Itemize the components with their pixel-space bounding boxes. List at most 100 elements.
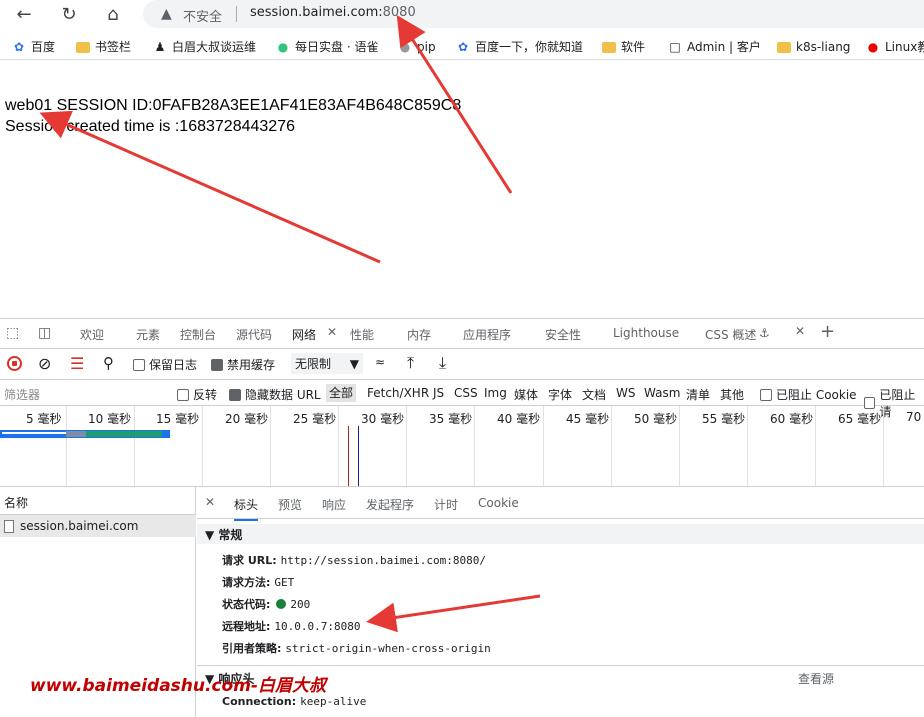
grid-line (543, 406, 544, 486)
grid-line (134, 406, 135, 486)
tab-timing[interactable]: 计时 (434, 496, 458, 513)
wifi-settings-icon[interactable]: ≈ (375, 355, 385, 369)
preserve-log-checkbox[interactable]: 保留日志 (133, 356, 197, 373)
filter-media[interactable]: 媒体 (514, 386, 538, 403)
grid-line (883, 406, 884, 486)
disable-cache-checkbox[interactable]: 禁用缓存 (211, 356, 275, 373)
filter-input[interactable]: 筛选器 (4, 386, 40, 403)
dom-content-loaded-line (358, 426, 359, 486)
tab-preview[interactable]: 预览 (278, 496, 302, 513)
bookmark-yuque[interactable]: ● 每日实盘 · 语雀 (276, 38, 379, 56)
filter-css[interactable]: CSS (454, 386, 478, 400)
warning-icon[interactable]: ▲ (161, 6, 172, 22)
document-icon: □ (669, 40, 681, 54)
home-icon[interactable]: ⌂ (101, 4, 125, 26)
tick-label: 50 毫秒 (634, 412, 678, 426)
tab-lighthouse[interactable]: Lighthouse (613, 326, 679, 340)
tick-label: 5 毫秒 (26, 412, 62, 426)
bookmark-pip[interactable]: ● pip (398, 38, 436, 56)
tick-label: 60 毫秒 (770, 412, 814, 426)
person-icon: ♟ (154, 40, 166, 54)
grid-line (747, 406, 748, 486)
bookmark-folder-software[interactable]: 软件 (602, 38, 645, 56)
bookmark-baidu[interactable]: ✿ 百度 (12, 38, 55, 56)
tab-performance[interactable]: 性能 (350, 326, 374, 343)
tab-network[interactable]: 网络 (292, 326, 316, 343)
security-label[interactable]: 不安全 (183, 6, 222, 25)
request-url-row: 请求 URL: http://session.baimei.com:8080/ (222, 554, 486, 567)
search-icon[interactable]: ⚲ (103, 354, 114, 372)
filter-wasm[interactable]: Wasm (644, 386, 680, 400)
tick-label: 20 毫秒 (225, 412, 269, 426)
filter-js[interactable]: JS (433, 386, 444, 400)
bookmark-admin[interactable]: □ Admin | 客户 (668, 38, 761, 56)
bookmarks-bar: ✿ 百度 书签栏 ♟ 白眉大叔谈运维 ● 每日实盘 · 语雀 ● pip ✿ 百度一下，你… (0, 34, 924, 60)
tab-initiator[interactable]: 发起程序 (366, 496, 414, 513)
filter-doc[interactable]: 文档 (582, 386, 606, 403)
back-arrow-icon[interactable]: ← (12, 4, 36, 26)
hide-data-url-checkbox[interactable]: 隐藏数据 URL (229, 386, 321, 403)
filter-icon[interactable]: ☰ (70, 354, 84, 373)
tab-memory[interactable]: 内存 (407, 326, 431, 343)
page-content: web01 SESSION ID:0FAFB28A3EE1AF41E83AF4B… (0, 61, 924, 317)
record-icon[interactable] (7, 356, 22, 371)
name-column-header[interactable]: 名称 (0, 487, 196, 515)
tick-label: 55 毫秒 (702, 412, 746, 426)
clear-icon[interactable]: ⊘ (38, 354, 51, 373)
tab-security[interactable]: 安全性 (545, 326, 581, 343)
checkbox-icon (133, 358, 145, 371)
filter-manifest[interactable]: 清单 (686, 386, 710, 403)
filter-ws[interactable]: WS (616, 386, 635, 400)
close-details-icon[interactable]: ✕ (205, 495, 215, 509)
filter-img[interactable]: Img (484, 386, 507, 400)
tab-headers[interactable]: 标头 (234, 496, 259, 521)
checkbox-checked-icon (229, 388, 241, 401)
tick-label: 25 毫秒 (293, 412, 337, 426)
throttle-select[interactable]: 无限制 ▼ (291, 353, 363, 374)
tick-label: 10 毫秒 (88, 412, 132, 426)
view-source-link[interactable]: 查看源 (798, 670, 834, 687)
triangle-down-icon: ▼ (205, 528, 215, 542)
tab-welcome[interactable]: 欢迎 (80, 326, 104, 343)
tab-css-overview[interactable]: CSS 概述 (705, 326, 756, 343)
upload-icon[interactable]: ⤒ (407, 353, 414, 373)
bookmark-folder-k8s[interactable]: k8s-liang (777, 38, 850, 56)
bookmark-baimei[interactable]: ♟ 白眉大叔谈运维 (153, 38, 256, 56)
download-icon[interactable]: ⤓ (439, 353, 446, 373)
url-text[interactable]: session.baimei.com:8080 (250, 5, 416, 20)
bookmark-linux[interactable]: ● Linux教 (866, 38, 924, 56)
filter-fetch-xhr[interactable]: Fetch/XHR (367, 386, 429, 400)
blocked-cookies-checkbox[interactable]: 已阻止 Cookie (760, 386, 857, 403)
address-bar[interactable]: ▲ 不安全 session.baimei.com:8080 (143, 0, 924, 28)
filter-all[interactable]: 全部 (326, 384, 357, 402)
filter-other[interactable]: 其他 (720, 386, 744, 403)
add-tab-icon[interactable]: + (820, 321, 835, 342)
tab-response[interactable]: 响应 (322, 496, 346, 513)
document-icon (4, 519, 14, 533)
invert-checkbox[interactable]: 反转 (177, 386, 217, 403)
filter-font[interactable]: 字体 (548, 386, 572, 403)
tick-label: 40 毫秒 (497, 412, 541, 426)
bookmark-baidu-search[interactable]: ✿ 百度一下，你就知道 (456, 38, 583, 56)
general-section-header[interactable]: ▼ 常规 (197, 524, 924, 544)
leaf-icon: ● (277, 40, 289, 54)
tab-elements[interactable]: 元素 (136, 326, 160, 343)
network-overview-timeline[interactable]: 5 毫秒 10 毫秒 15 毫秒 20 毫秒 25 毫秒 30 毫秒 35 毫秒… (0, 406, 924, 487)
request-row[interactable]: session.baimei.com (0, 515, 196, 537)
inspect-icon[interactable]: ⬚ (6, 325, 19, 341)
tab-sources[interactable]: 源代码 (236, 326, 272, 343)
bookmark-folder-bookmarks[interactable]: 书签栏 (76, 38, 131, 56)
redhat-icon: ● (867, 40, 879, 54)
device-toggle-icon[interactable]: ◫ (38, 325, 51, 341)
tick-label: 70 (906, 410, 922, 424)
grid-line (338, 406, 339, 486)
close-tab-icon[interactable]: ✕ (327, 325, 337, 339)
tab-console[interactable]: 控制台 (180, 326, 216, 343)
tab-application[interactable]: 应用程序 (463, 326, 511, 343)
close-icon[interactable]: ✕ (795, 324, 805, 338)
reload-icon[interactable]: ↻ (57, 4, 81, 26)
tick-label: 15 毫秒 (156, 412, 200, 426)
tab-cookies[interactable]: Cookie (478, 496, 519, 510)
tick-label: 65 毫秒 (838, 412, 882, 426)
browser-toolbar: ← ↻ ⌂ ▲ 不安全 session.baimei.com:8080 (0, 0, 924, 32)
